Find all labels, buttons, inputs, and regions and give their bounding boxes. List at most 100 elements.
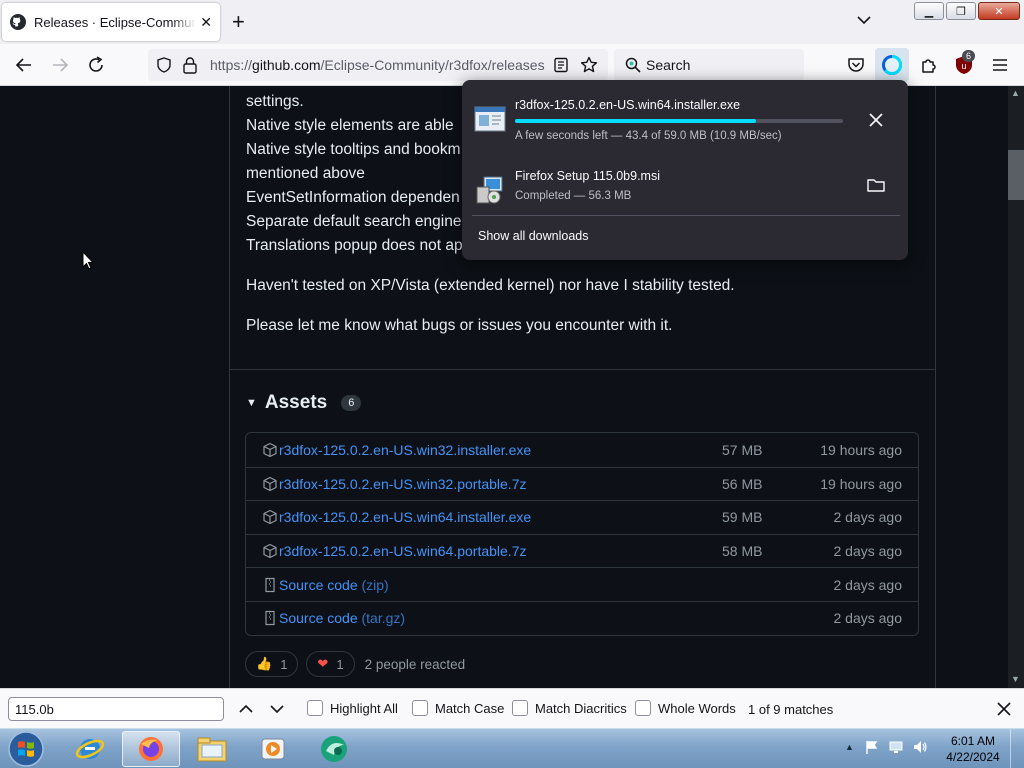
tab-title: Releases · Eclipse-Community/r3dfox bbox=[34, 14, 197, 30]
tab-releases[interactable]: Releases · Eclipse-Community/r3dfox ✕ bbox=[2, 3, 220, 41]
svg-text:u: u bbox=[961, 61, 966, 71]
minimize-button[interactable]: ▁ bbox=[914, 2, 944, 20]
asset-link[interactable]: r3dfox-125.0.2.en-US.win32.installer.exe bbox=[279, 442, 531, 458]
reactions-bar: 👍 1 ❤ 1 2 people reacted bbox=[245, 651, 465, 677]
asset-date: 19 hours ago bbox=[820, 475, 902, 492]
reader-view-icon[interactable] bbox=[553, 57, 569, 73]
ublock-count-badge: 6 bbox=[962, 50, 976, 62]
forward-arrow-icon[interactable] bbox=[49, 54, 71, 76]
reaction-summary: 2 people reacted bbox=[364, 656, 466, 672]
mouse-cursor-icon bbox=[82, 251, 94, 270]
pocket-icon[interactable] bbox=[845, 54, 867, 76]
asset-link[interactable]: r3dfox-125.0.2.en-US.win64.installer.exe bbox=[279, 509, 531, 525]
reload-icon[interactable] bbox=[85, 54, 107, 76]
internet-explorer-icon bbox=[75, 739, 105, 759]
release-note-line: Translations popup does not ap bbox=[246, 237, 463, 254]
volume-icon[interactable] bbox=[912, 739, 928, 755]
collapse-triangle-icon[interactable]: ▼ bbox=[246, 397, 257, 409]
lock-icon[interactable] bbox=[182, 56, 198, 74]
match-diacritics-checkbox[interactable]: Match Diacritics bbox=[512, 700, 627, 716]
heart-reaction[interactable]: ❤ 1 bbox=[306, 651, 355, 677]
downloads-button[interactable] bbox=[875, 48, 909, 82]
release-note-line: mentioned above bbox=[246, 165, 365, 182]
downloads-panel: r3dfox-125.0.2.en-US.win64.installer.exe… bbox=[462, 80, 908, 260]
taskbar-app[interactable] bbox=[305, 731, 363, 767]
checkbox[interactable] bbox=[512, 700, 528, 716]
tracking-shield-icon[interactable] bbox=[156, 57, 172, 73]
asset-row: r3dfox-125.0.2.en-US.win32.portable.7z 5… bbox=[246, 466, 918, 501]
asset-link[interactable]: Source code (tar.gz) bbox=[279, 610, 405, 626]
find-previous-icon[interactable] bbox=[236, 699, 256, 719]
address-bar[interactable]: https://github.com/Eclipse-Community/r3d… bbox=[148, 49, 608, 81]
show-hidden-icons-icon[interactable]: ▲ bbox=[845, 742, 854, 752]
back-arrow-icon[interactable] bbox=[13, 54, 35, 76]
release-note-line: settings. bbox=[246, 93, 304, 110]
find-input[interactable] bbox=[8, 697, 224, 721]
asset-size: 58 MB bbox=[722, 543, 763, 560]
taskbar-internet-explorer[interactable] bbox=[61, 731, 119, 767]
assets-count-badge: 6 bbox=[341, 395, 362, 411]
checkbox[interactable] bbox=[307, 700, 323, 716]
assets-heading: Assets bbox=[264, 392, 328, 413]
list-all-tabs-chevron-icon[interactable] bbox=[854, 10, 874, 30]
show-all-downloads-button[interactable]: Show all downloads bbox=[478, 229, 589, 243]
taskbar-firefox[interactable] bbox=[122, 731, 180, 767]
bookmark-star-icon[interactable] bbox=[580, 56, 598, 74]
action-center-flag-icon[interactable] bbox=[864, 739, 880, 755]
close-find-bar-icon[interactable] bbox=[994, 699, 1014, 719]
tab-close-icon[interactable]: ✕ bbox=[200, 14, 212, 31]
package-icon bbox=[263, 543, 277, 559]
asset-link[interactable]: Source code (zip) bbox=[279, 577, 389, 593]
start-orb-icon[interactable] bbox=[6, 730, 46, 768]
find-result-count: 1 of 9 matches bbox=[748, 702, 834, 717]
download-item[interactable]: r3dfox-125.0.2.en-US.win64.installer.exe… bbox=[472, 94, 900, 154]
file-zip-icon bbox=[265, 611, 275, 626]
asset-link[interactable]: r3dfox-125.0.2.en-US.win64.portable.7z bbox=[279, 543, 526, 559]
extensions-puzzle-icon[interactable] bbox=[918, 54, 940, 76]
asset-row: r3dfox-125.0.2.en-US.win64.installer.exe… bbox=[246, 500, 918, 534]
restore-button[interactable]: ❐ bbox=[946, 2, 976, 20]
asset-link[interactable]: r3dfox-125.0.2.en-US.win32.portable.7z bbox=[279, 476, 526, 492]
thumbs-up-reaction[interactable]: 👍 1 bbox=[245, 651, 299, 677]
scroll-up-icon[interactable]: ▲ bbox=[1011, 88, 1020, 98]
download-item[interactable]: Firefox Setup 115.0b9.msi Completed — 56… bbox=[472, 165, 900, 225]
clock-date: 4/22/2024 bbox=[946, 750, 1000, 764]
folder-icon[interactable] bbox=[866, 175, 886, 195]
checkbox[interactable] bbox=[635, 700, 651, 716]
match-case-checkbox[interactable]: Match Case bbox=[412, 700, 504, 716]
assets-header[interactable]: ▼ Assets 6 bbox=[246, 392, 362, 414]
close-window-button[interactable]: ✕ bbox=[978, 2, 1020, 20]
download-status: Completed — 56.3 MB bbox=[515, 190, 632, 202]
section-divider bbox=[230, 369, 935, 370]
asset-date: 2 days ago bbox=[833, 543, 903, 560]
package-icon bbox=[263, 510, 277, 525]
find-next-icon[interactable] bbox=[267, 699, 287, 719]
asset-date: 19 hours ago bbox=[820, 441, 902, 458]
msi-installer-icon bbox=[476, 176, 503, 204]
asset-size: 56 MB bbox=[722, 475, 763, 492]
checkbox[interactable] bbox=[412, 700, 428, 716]
package-icon bbox=[263, 476, 277, 491]
network-icon[interactable] bbox=[888, 739, 904, 755]
scrollbar-thumb[interactable] bbox=[1008, 150, 1024, 200]
search-bar[interactable]: Search bbox=[614, 49, 804, 81]
release-note-paragraph: Haven't tested on XP/Vista (extended ker… bbox=[246, 277, 735, 294]
cancel-download-icon[interactable] bbox=[866, 110, 886, 130]
taskbar-clock[interactable]: 6:01 AM 4/22/2024 bbox=[944, 733, 1002, 765]
taskbar-media-player[interactable] bbox=[244, 731, 302, 767]
show-desktop-button[interactable] bbox=[1010, 729, 1024, 768]
asset-date: 2 days ago bbox=[833, 509, 903, 526]
download-progress-bar bbox=[515, 119, 843, 123]
media-player-icon bbox=[261, 738, 285, 760]
asset-size: 59 MB bbox=[722, 509, 763, 526]
asset-row: r3dfox-125.0.2.en-US.win32.installer.exe… bbox=[246, 433, 918, 467]
download-filename: r3dfox-125.0.2.en-US.win64.installer.exe bbox=[515, 98, 741, 112]
scroll-down-icon[interactable]: ▼ bbox=[1011, 674, 1020, 684]
hamburger-menu-icon[interactable] bbox=[989, 54, 1011, 76]
taskbar-explorer[interactable] bbox=[183, 731, 241, 767]
whole-words-checkbox[interactable]: Whole Words bbox=[635, 700, 736, 716]
package-icon bbox=[263, 442, 277, 457]
highlight-all-checkbox[interactable]: Highlight All bbox=[307, 700, 398, 716]
new-tab-button[interactable]: + bbox=[232, 9, 245, 35]
page-scrollbar[interactable]: ▲ ▼ bbox=[1008, 86, 1024, 688]
